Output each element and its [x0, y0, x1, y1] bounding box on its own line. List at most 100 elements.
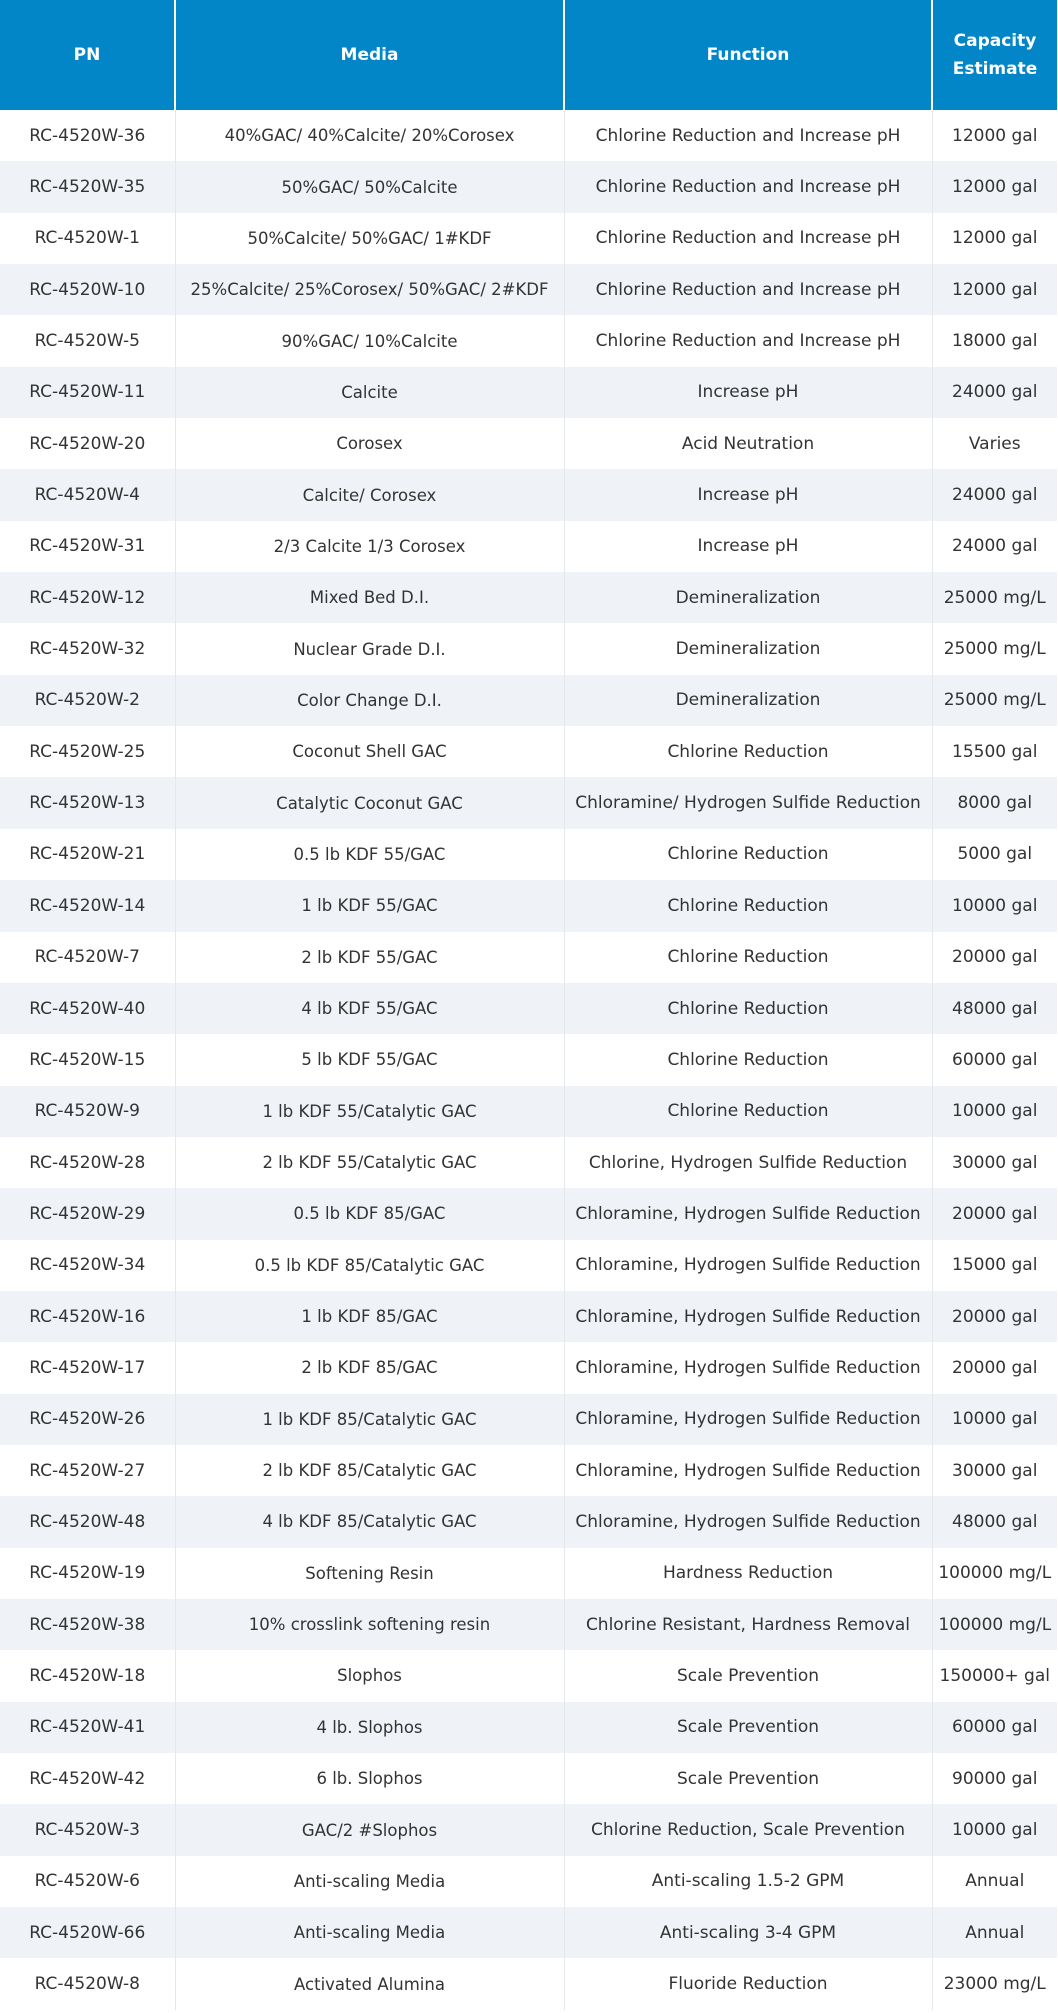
- cell-function: Chlorine, Hydrogen Sulfide Reduction: [564, 1136, 933, 1189]
- cell-function: Increase pH: [564, 366, 933, 419]
- cell-media: 10% crosslink softening resin: [175, 1598, 565, 1651]
- table-row: RC-4520W-8 Activated Alumina Fluoride Redu…: [0, 1958, 1057, 2010]
- cell-pn: RC-4520W-2: [0, 674, 176, 727]
- cell-capacity: 48000 gal: [932, 982, 1057, 1035]
- cell-media: 50%GAC/ 50%Calcite: [175, 161, 565, 213]
- cell-function: Acid Neutration: [564, 418, 933, 470]
- cell-pn: RC-4520W-18: [0, 1650, 176, 1702]
- cell-media: 2 lb KDF 55/Catalytic GAC: [175, 1136, 565, 1189]
- cell-capacity: Annual: [932, 1855, 1057, 1908]
- table-row: RC-4520W-16 1 lb KDF 85/GAC Chloramine, Hy…: [0, 1290, 1057, 1343]
- table-row: RC-4520W-42 6 lb. Slophos Scale Prevention…: [0, 1753, 1057, 1805]
- cell-function: Chlorine Reduction: [564, 931, 933, 983]
- cell-function: Scale Prevention: [564, 1701, 933, 1753]
- table-row: RC-4520W-28 2 lb KDF 55/Catalytic GAC Chlo…: [0, 1136, 1057, 1189]
- cell-capacity: 12000 gal: [932, 264, 1057, 316]
- cell-capacity: 30000 gal: [932, 1444, 1057, 1497]
- cell-function: Scale Prevention: [564, 1650, 933, 1702]
- cell-capacity: 8000 gal: [932, 777, 1057, 829]
- cell-function: Increase pH: [564, 469, 933, 521]
- cell-function: Chlorine Reduction: [564, 880, 933, 932]
- cell-media: Catalytic Coconut GAC: [175, 777, 565, 829]
- cell-pn: RC-4520W-7: [0, 931, 176, 983]
- header-pn: PN: [0, 0, 176, 110]
- header-capacity-line2: Estimate: [952, 59, 1038, 79]
- cell-media: 0.5 lb KDF 85/Catalytic GAC: [175, 1239, 565, 1291]
- cell-media: 1 lb KDF 55/Catalytic GAC: [175, 1085, 565, 1137]
- cell-media: 1 lb KDF 85/GAC: [175, 1290, 565, 1343]
- cell-media: 4 lb KDF 85/Catalytic GAC: [175, 1496, 565, 1548]
- table-row: RC-4520W-34 0.5 lb KDF 85/Catalytic GAC Ch…: [0, 1239, 1057, 1291]
- cell-media: Calcite/ Corosex: [175, 469, 565, 521]
- cell-function: Chloramine, Hydrogen Sulfide Reduction: [564, 1290, 933, 1343]
- cell-function: Increase pH: [564, 520, 933, 573]
- table-row: RC-4520W-2 Color Change D.I. Demineralizat…: [0, 674, 1057, 727]
- cell-pn: RC-4520W-9: [0, 1085, 176, 1137]
- cell-pn: RC-4520W-11: [0, 366, 176, 419]
- cell-media: 50%Calcite/ 50%GAC/ 1#KDF: [175, 212, 565, 265]
- cell-function: Chloramine/ Hydrogen Sulfide Reduction: [564, 777, 933, 829]
- cell-capacity: 150000+ gal: [932, 1650, 1057, 1702]
- table-row: RC-4520W-21 0.5 lb KDF 55/GAC Chlorine Red…: [0, 828, 1057, 881]
- cell-pn: RC-4520W-15: [0, 1034, 176, 1086]
- cell-function: Anti-scaling 1.5-2 GPM: [564, 1855, 933, 1908]
- cell-media: GAC/2 #Slophos: [175, 1804, 565, 1856]
- table-row: RC-4520W-7 2 lb KDF 55/GAC Chlorine Reduct…: [0, 931, 1057, 983]
- cell-capacity: 25000 mg/L: [932, 674, 1057, 727]
- cell-capacity: 100000 mg/L: [932, 1547, 1057, 1599]
- table-row: RC-4520W-14 1 lb KDF 55/GAC Chlorine Reduc…: [0, 880, 1057, 932]
- table-row: RC-4520W-29 0.5 lb KDF 85/GAC Chloramine, …: [0, 1188, 1057, 1240]
- table-row: RC-4520W-1 50%Calcite/ 50%GAC/ 1#KDF Chlor…: [0, 212, 1057, 265]
- header-function: Function: [564, 0, 933, 110]
- cell-function: Chlorine Reduction and Increase pH: [564, 161, 933, 213]
- header-row: PN Media Function Capacity Estimate: [0, 0, 1057, 110]
- cell-media: Softening Resin: [175, 1547, 565, 1599]
- cell-media: 1 lb KDF 85/Catalytic GAC: [175, 1393, 565, 1445]
- cell-capacity: 23000 mg/L: [932, 1958, 1057, 2010]
- cell-function: Chlorine Reduction: [564, 982, 933, 1035]
- cell-pn: RC-4520W-29: [0, 1188, 176, 1240]
- table-row: RC-4520W-17 2 lb KDF 85/GAC Chloramine, Hy…: [0, 1342, 1057, 1394]
- cell-media: Coconut Shell GAC: [175, 726, 565, 778]
- cell-media: Corosex: [175, 418, 565, 470]
- cell-pn: RC-4520W-38: [0, 1598, 176, 1651]
- cell-capacity: 10000 gal: [932, 1085, 1057, 1137]
- cell-media: 0.5 lb KDF 85/GAC: [175, 1188, 565, 1240]
- header-capacity-line1: Capacity: [953, 31, 1037, 51]
- cell-capacity: 48000 gal: [932, 1496, 1057, 1548]
- cell-capacity: 12000 gal: [932, 212, 1057, 265]
- media-table: PN Media Function Capacity Estimate RC-45…: [0, 0, 1057, 2010]
- cell-capacity: 10000 gal: [932, 1393, 1057, 1445]
- cell-media: Anti-scaling Media: [175, 1907, 565, 1959]
- table-row: RC-4520W-13 Catalytic Coconut GAC Chlorami…: [0, 777, 1057, 829]
- cell-capacity: 90000 gal: [932, 1753, 1057, 1805]
- cell-function: Chlorine Reduction: [564, 828, 933, 881]
- cell-function: Chloramine, Hydrogen Sulfide Reduction: [564, 1496, 933, 1548]
- cell-function: Scale Prevention: [564, 1753, 933, 1805]
- cell-media: 4 lb KDF 55/GAC: [175, 982, 565, 1035]
- table-row: RC-4520W-26 1 lb KDF 85/Catalytic GAC Chlo…: [0, 1393, 1057, 1445]
- cell-media: 90%GAC/ 10%Calcite: [175, 315, 565, 367]
- cell-capacity: 100000 mg/L: [932, 1598, 1057, 1651]
- cell-capacity: 24000 gal: [932, 366, 1057, 419]
- cell-function: Chlorine Reduction: [564, 726, 933, 778]
- cell-function: Chloramine, Hydrogen Sulfide Reduction: [564, 1342, 933, 1394]
- cell-pn: RC-4520W-34: [0, 1239, 176, 1291]
- cell-media: 2/3 Calcite 1/3 Corosex: [175, 520, 565, 573]
- cell-media: 1 lb KDF 55/GAC: [175, 880, 565, 932]
- cell-media: 4 lb. Slophos: [175, 1701, 565, 1753]
- cell-pn: RC-4520W-13: [0, 777, 176, 829]
- cell-media: 25%Calcite/ 25%Corosex/ 50%GAC/ 2#KDF: [175, 264, 565, 316]
- cell-capacity: 25000 mg/L: [932, 623, 1057, 675]
- cell-function: Chlorine Reduction and Increase pH: [564, 315, 933, 367]
- cell-pn: RC-4520W-16: [0, 1290, 176, 1343]
- table-body: RC-4520W-36 40%GAC/ 40%Calcite/ 20%Corose…: [0, 110, 1057, 2010]
- cell-function: Demineralization: [564, 623, 933, 675]
- cell-pn: RC-4520W-27: [0, 1444, 176, 1497]
- cell-function: Demineralization: [564, 674, 933, 727]
- cell-pn: RC-4520W-19: [0, 1547, 176, 1599]
- cell-capacity: 30000 gal: [932, 1136, 1057, 1189]
- cell-capacity: 20000 gal: [932, 1188, 1057, 1240]
- cell-capacity: 5000 gal: [932, 828, 1057, 881]
- cell-pn: RC-4520W-20: [0, 418, 176, 470]
